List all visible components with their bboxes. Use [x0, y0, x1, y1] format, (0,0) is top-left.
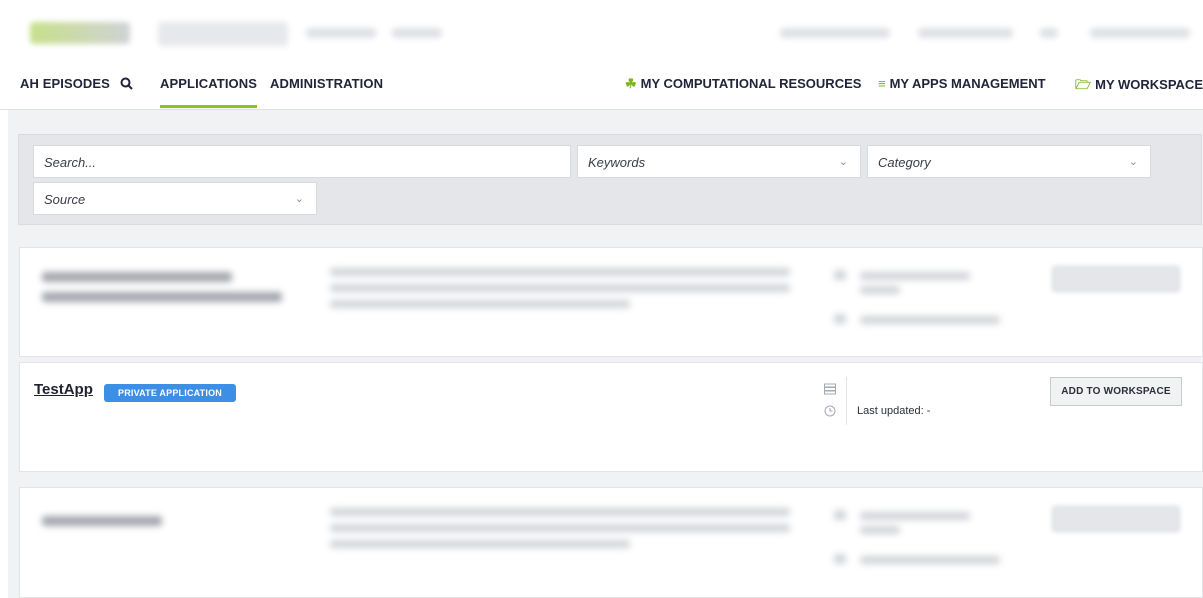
nav-my-apps-management[interactable]: ≡ MY APPS MANAGEMENT [878, 76, 1046, 91]
app-title-link[interactable]: TestApp [34, 381, 93, 398]
top-link[interactable] [780, 28, 890, 38]
category-select[interactable]: Category ⌄ [867, 145, 1151, 178]
search-placeholder: Search... [44, 155, 97, 170]
category-label: Category [878, 155, 931, 170]
folder-icon: 🗁 [1075, 77, 1092, 92]
top-link[interactable] [306, 28, 376, 38]
nav-right-label: MY APPS MANAGEMENT [889, 76, 1046, 91]
source-label: Source [44, 192, 86, 207]
user-menu[interactable] [1090, 28, 1190, 38]
nav-right-label: MY WORKSPACE [1095, 77, 1203, 92]
filter-panel: Search... Keywords ⌄ Category ⌄ Source ⌄ [18, 134, 1202, 225]
top-header [0, 0, 1203, 66]
add-to-workspace-button[interactable]: ADD TO WORKSPACE [1050, 377, 1182, 406]
keywords-label: Keywords [588, 155, 646, 170]
nav-my-computational-resources[interactable]: ☘ MY COMPUTATIONAL RESOURCES [625, 76, 861, 92]
search-input[interactable]: Search... [33, 145, 571, 178]
keywords-select[interactable]: Keywords ⌄ [577, 145, 861, 178]
nav-my-workspace[interactable]: 🗁 MY WORKSPACE [1075, 76, 1203, 98]
clock-icon [824, 405, 836, 420]
last-updated: Last updated: - [857, 405, 931, 417]
nav-ah-episodes[interactable]: AH EPISODES [20, 76, 110, 91]
source-select[interactable]: Source ⌄ [33, 182, 317, 215]
meta-divider [846, 377, 847, 425]
private-application-badge: PRIVATE APPLICATION [104, 384, 236, 402]
chevron-down-icon: ⌄ [1128, 156, 1138, 168]
app-card-blurred [19, 487, 1203, 598]
chevron-down-icon: ⌄ [838, 156, 848, 168]
logo [30, 22, 130, 44]
main-nav: AH EPISODES APPLICATIONS ADMINISTRATION … [0, 66, 1203, 110]
resources-icon: ☘ [625, 76, 637, 91]
nav-right-label: MY COMPUTATIONAL RESOURCES [640, 76, 862, 91]
top-link[interactable] [1040, 28, 1058, 38]
search-icon[interactable] [120, 76, 133, 91]
top-link[interactable] [392, 28, 442, 38]
app-card: TestApp PRIVATE APPLICATION Last updated… [19, 362, 1203, 472]
chevron-down-icon: ⌄ [294, 193, 304, 205]
list-icon: ≡ [878, 76, 886, 91]
context-dropdown[interactable] [158, 22, 288, 46]
nav-applications[interactable]: APPLICATIONS [160, 76, 258, 108]
main-content: Search... Keywords ⌄ Category ⌄ Source ⌄… [8, 110, 1203, 598]
nav-administration[interactable]: ADMINISTRATION [270, 76, 383, 91]
top-link[interactable] [918, 28, 1013, 38]
server-icon [824, 383, 836, 398]
app-card-blurred [19, 247, 1203, 357]
